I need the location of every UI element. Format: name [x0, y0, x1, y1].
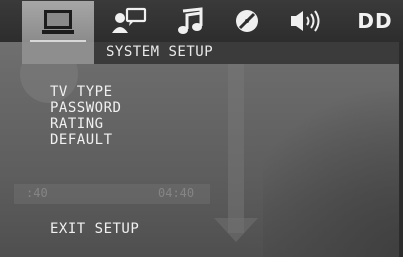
page-title: SYSTEM SETUP — [106, 44, 214, 60]
exit-setup-button[interactable]: EXIT SETUP — [50, 221, 139, 237]
tab-speaker-setup[interactable] — [276, 2, 334, 40]
title-strip-tab-extension — [22, 42, 94, 64]
speaker-volume-icon — [291, 10, 320, 32]
tab-video-setup[interactable] — [218, 2, 276, 40]
background-ghost-shadow — [263, 57, 403, 257]
music-note-icon — [178, 7, 203, 34]
person-speech-icon — [112, 7, 147, 33]
background-ghost-time-right: 04:40 — [158, 186, 195, 200]
tv-monitor-icon — [42, 9, 74, 34]
menu-item-default[interactable]: DEFAULT — [50, 132, 121, 148]
background-ghost-arrow — [214, 218, 258, 242]
dolby-digital-icon: DD — [357, 9, 393, 33]
setup-tab-bar: DD — [0, 0, 403, 42]
tab-system-setup[interactable] — [22, 1, 94, 42]
menu-item-tv-type[interactable]: TV TYPE — [50, 84, 121, 100]
tab-language-setup[interactable] — [100, 2, 158, 40]
setup-screen: :40 04:40 DD SYSTEM SETUP TV TYPE PASSWO… — [0, 0, 403, 257]
background-ghost-bar — [228, 58, 244, 233]
tab-audio-setup[interactable] — [160, 2, 218, 40]
screen-right-frame — [399, 42, 403, 257]
tab-dolby-digital-setup[interactable]: DD — [346, 2, 403, 40]
disc-slash-icon — [236, 10, 258, 32]
menu-item-password[interactable]: PASSWORD — [50, 100, 121, 116]
menu-item-rating[interactable]: RATING — [50, 116, 121, 132]
setup-menu: TV TYPE PASSWORD RATING DEFAULT — [50, 84, 121, 148]
background-ghost-time-left: :40 — [26, 186, 48, 200]
